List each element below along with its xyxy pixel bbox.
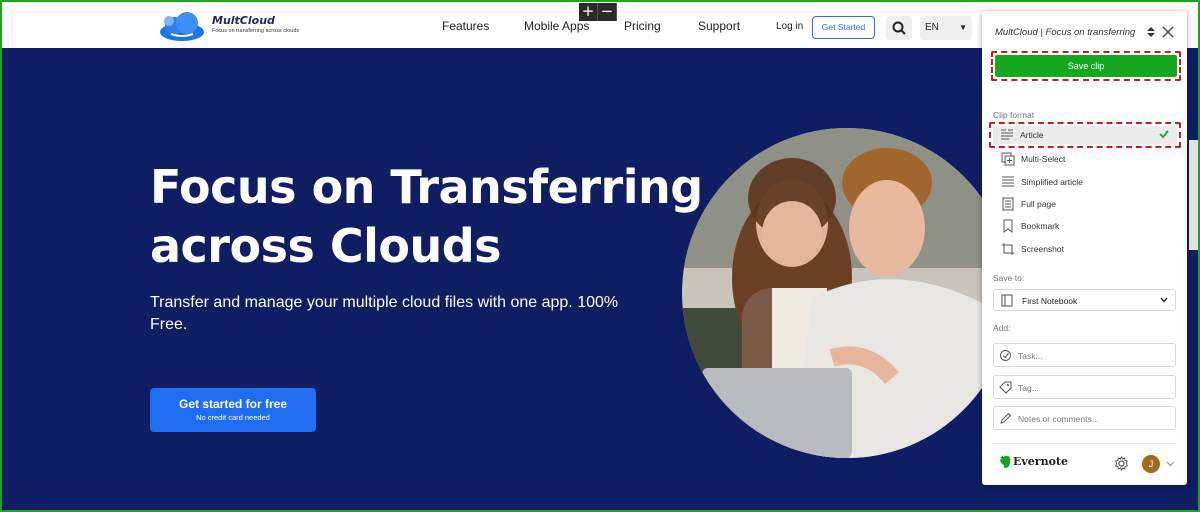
login-link[interactable]: Log in: [776, 21, 803, 32]
format-label: Bookmark: [1021, 221, 1060, 231]
screenshot-icon: [1002, 243, 1014, 255]
sort-icon[interactable]: [1146, 26, 1156, 38]
nav-mobile-apps[interactable]: Mobile Apps: [524, 19, 589, 33]
cta-label: Get started for free: [178, 397, 288, 411]
format-label: Screenshot: [1021, 244, 1064, 254]
get-started-button[interactable]: Get Started: [812, 16, 875, 39]
tag-icon: [999, 381, 1012, 394]
site-logo[interactable]: MultCloud Focus on transferring across c…: [157, 10, 307, 44]
clip-title[interactable]: MultCloud | Focus on transferring: [995, 27, 1145, 38]
format-label: Simplified article: [1021, 177, 1083, 187]
cloud-logo-icon: [160, 12, 204, 41]
chevron-down-icon: [1160, 297, 1168, 303]
nav-support[interactable]: Support: [698, 19, 740, 33]
article-icon: [1001, 129, 1013, 140]
format-bookmark[interactable]: Bookmark: [993, 216, 1177, 236]
task-icon: [1000, 350, 1011, 361]
zoom-control: + −: [579, 3, 617, 21]
search-button[interactable]: [886, 16, 912, 40]
brand-name: Evernote: [1013, 455, 1068, 468]
tag-input[interactable]: Tag...: [993, 375, 1176, 399]
check-icon: [1159, 130, 1169, 139]
nav-features[interactable]: Features: [442, 19, 489, 33]
cta-note: No credit card needed: [196, 413, 270, 422]
notebook-select[interactable]: First Notebook: [993, 289, 1176, 311]
multi-select-icon: [1001, 152, 1015, 166]
gear-icon[interactable]: [1114, 456, 1129, 471]
nav-pricing[interactable]: Pricing: [624, 19, 661, 33]
pencil-icon: [1000, 412, 1012, 424]
format-label: Full page: [1021, 199, 1056, 209]
logo-name: MultCloud: [212, 14, 275, 27]
evernote-logo-icon: [1000, 455, 1011, 468]
format-label: Article: [1020, 130, 1044, 140]
language-value: EN: [925, 22, 939, 33]
save-to-label: Save to:: [993, 273, 1025, 283]
zoom-in-button[interactable]: +: [579, 3, 598, 21]
search-icon: [892, 21, 906, 35]
simplified-article-icon: [1002, 176, 1014, 187]
hero-subtitle: Transfer and manage your multiple cloud …: [150, 294, 619, 333]
format-full-page[interactable]: Full page: [993, 194, 1177, 214]
format-simplified-article[interactable]: Simplified article: [993, 172, 1177, 192]
side-scroll-widget[interactable]: [1189, 140, 1200, 250]
language-select[interactable]: EN ▼: [920, 16, 972, 40]
close-icon[interactable]: [1162, 26, 1174, 38]
hero-title: Focus on Transferring across Clouds: [150, 160, 703, 273]
task-placeholder: Task...: [1018, 351, 1043, 361]
chevron-down-icon[interactable]: [1166, 460, 1175, 468]
logo-tagline: Focus on transferring across clouds: [212, 28, 300, 34]
save-clip-button[interactable]: Save clip: [995, 55, 1177, 77]
tag-placeholder: Tag...: [1018, 383, 1039, 393]
task-input[interactable]: Task...: [993, 343, 1176, 367]
bookmark-icon: [1003, 219, 1013, 233]
full-page-icon: [1002, 197, 1014, 211]
format-article[interactable]: Article: [993, 126, 1177, 144]
notebook-icon: [1001, 294, 1013, 307]
notes-input[interactable]: Notes or comments...: [993, 406, 1176, 430]
save-clip-highlight: Save clip: [991, 51, 1181, 81]
notes-placeholder: Notes or comments...: [1018, 414, 1099, 424]
add-label: Add:: [993, 323, 1011, 333]
format-screenshot[interactable]: Screenshot: [993, 239, 1177, 259]
article-highlight: Article: [989, 122, 1181, 148]
hero-photo: [682, 128, 1012, 458]
chevron-down-icon: ▼: [959, 23, 967, 32]
zoom-out-button[interactable]: −: [598, 3, 617, 21]
format-label: Multi-Select: [1021, 154, 1066, 164]
format-multi-select[interactable]: Multi-Select: [993, 149, 1177, 169]
get-started-free-button[interactable]: Get started for free No credit card need…: [150, 388, 316, 432]
avatar[interactable]: J: [1142, 455, 1160, 473]
divider: [993, 443, 1176, 444]
clip-format-label: Clip format: [993, 110, 1035, 120]
notebook-name: First Notebook: [1022, 296, 1078, 306]
web-clipper-panel: MultCloud | Focus on transferring Save c…: [982, 11, 1187, 485]
